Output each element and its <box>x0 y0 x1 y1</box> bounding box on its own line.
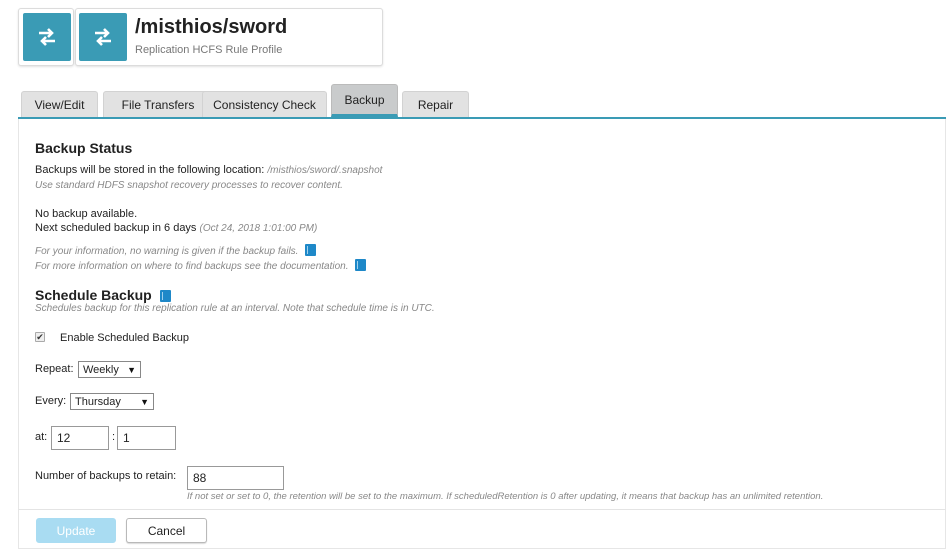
cancel-button[interactable]: Cancel <box>126 518 207 543</box>
info-docs-line: For more information on where to find ba… <box>35 259 367 272</box>
schedule-heading-line: Schedule Backup <box>35 287 171 303</box>
arrows-transfer-icon <box>79 13 127 61</box>
update-button[interactable]: Update <box>36 518 116 543</box>
backup-panel: Backup Status Backups will be stored in … <box>18 119 946 549</box>
repeat-label: Repeat: <box>35 363 74 375</box>
tab-repair[interactable]: Repair <box>402 91 469 117</box>
at-label: at: <box>35 431 48 443</box>
header-title-card: /misthios/sword Replication HCFS Rule Pr… <box>75 8 383 66</box>
page-title: /misthios/sword <box>135 16 288 38</box>
backup-location-label: Backups will be stored in the following … <box>35 164 265 176</box>
backup-location-value: /misthios/sword/.snapshot <box>267 165 383 176</box>
repeat-select-value: Weekly <box>83 363 119 376</box>
tab-backup[interactable]: Backup <box>331 84 398 117</box>
enable-scheduled-backup-checkbox[interactable]: ✔ <box>35 332 45 342</box>
documentation-icon[interactable] <box>159 290 171 302</box>
info-warning-text: For your information, no warning is give… <box>35 246 299 257</box>
backup-location-note: Use standard HDFS snapshot recovery proc… <box>35 180 343 191</box>
header-nav-card <box>18 8 74 66</box>
enable-scheduled-backup-label: Enable Scheduled Backup <box>60 332 190 344</box>
tab-consistency-check[interactable]: Consistency Check <box>202 91 327 117</box>
schedule-description: Schedules backup for this replication ru… <box>35 303 435 314</box>
documentation-icon[interactable] <box>305 244 317 256</box>
backup-status-heading: Backup Status <box>35 140 133 156</box>
retain-count-input[interactable] <box>187 466 284 490</box>
repeat-select[interactable]: Weekly ▼ <box>78 361 141 378</box>
info-docs-text: For more information on where to find ba… <box>35 261 349 272</box>
backup-location-line: Backups will be stored in the following … <box>35 164 382 176</box>
retain-label: Number of backups to retain: <box>35 470 177 482</box>
no-backup-text: No backup available. <box>35 208 138 220</box>
minute-input[interactable] <box>117 426 176 450</box>
every-select[interactable]: Thursday ▼ <box>70 393 154 410</box>
next-backup-line: Next scheduled backup in 6 days (Oct 24,… <box>35 222 317 234</box>
documentation-icon[interactable] <box>355 259 367 271</box>
info-warning-line: For your information, no warning is give… <box>35 244 317 257</box>
tab-view-edit[interactable]: View/Edit <box>21 91 98 117</box>
tab-file-transfers[interactable]: File Transfers <box>103 91 213 117</box>
schedule-backup-heading: Schedule Backup <box>35 287 152 303</box>
hour-input[interactable] <box>51 426 109 450</box>
arrows-transfer-icon[interactable] <box>23 13 71 61</box>
every-select-value: Thursday <box>75 395 121 408</box>
next-backup-text: Next scheduled backup in 6 days <box>35 222 197 234</box>
dropdown-arrow-icon: ▼ <box>127 364 136 375</box>
dropdown-arrow-icon: ▼ <box>140 396 149 407</box>
time-separator: : <box>112 431 116 443</box>
next-backup-time: (Oct 24, 2018 1:01:00 PM) <box>199 223 318 234</box>
tab-bar: View/Edit File Transfers Consistency Che… <box>18 84 946 119</box>
every-label: Every: <box>35 395 67 407</box>
page-subtitle: Replication HCFS Rule Profile <box>135 44 283 56</box>
form-footer: Update Cancel <box>18 509 946 549</box>
retain-note: If not set or set to 0, the retention wi… <box>187 491 824 502</box>
